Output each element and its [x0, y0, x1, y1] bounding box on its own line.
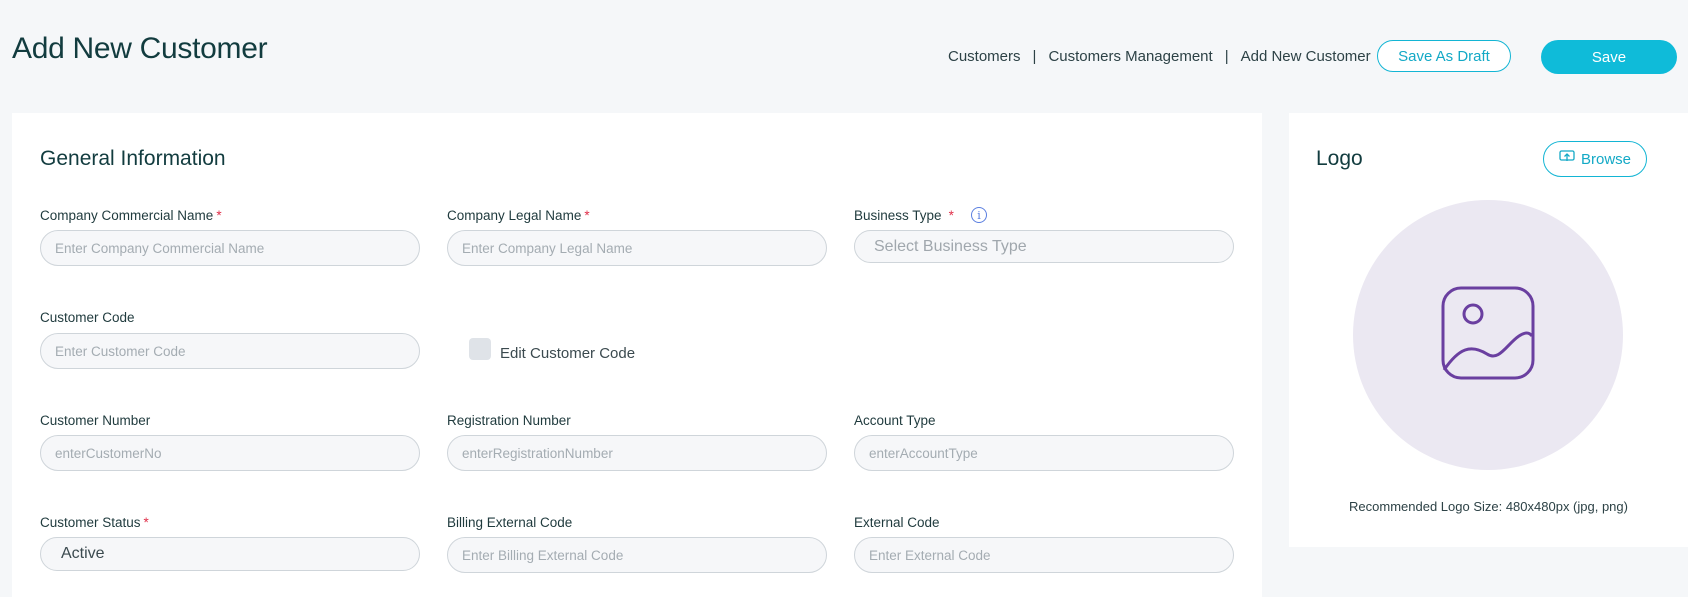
customer-code-input[interactable]: Enter Customer Code: [40, 333, 420, 369]
breadcrumb-customers-management[interactable]: Customers Management: [1048, 48, 1212, 65]
breadcrumb-separator: |: [1224, 48, 1229, 65]
upload-icon: [1559, 150, 1575, 168]
external-code-label: External Code: [854, 515, 940, 530]
page-title: Add New Customer: [12, 32, 268, 65]
required-marker: *: [143, 515, 149, 530]
external-code-input[interactable]: Enter External Code: [854, 537, 1234, 573]
registration-number-input[interactable]: enterRegistrationNumber: [447, 435, 827, 471]
commercial-name-label: Company Commercial Name *: [40, 208, 222, 223]
breadcrumb: Customers | Customers Management | Add N…: [948, 48, 1371, 65]
account-type-label: Account Type: [854, 413, 936, 428]
legal-name-label: Company Legal Name *: [447, 208, 590, 223]
customer-status-label: Customer Status *: [40, 515, 149, 530]
image-icon: [1441, 286, 1535, 385]
account-type-input[interactable]: enterAccountType: [854, 435, 1234, 471]
breadcrumb-current: Add New Customer: [1240, 48, 1371, 65]
general-information-title: General Information: [40, 147, 226, 170]
business-type-select[interactable]: Select Business Type: [854, 230, 1234, 263]
browse-label: Browse: [1580, 150, 1632, 168]
edit-customer-code-label[interactable]: Edit Customer Code: [500, 345, 635, 362]
info-icon[interactable]: i: [971, 207, 987, 223]
required-marker: *: [948, 208, 954, 223]
commercial-name-input[interactable]: Enter Company Commercial Name: [40, 230, 420, 266]
save-button[interactable]: Save: [1541, 40, 1677, 74]
customer-status-select[interactable]: Active: [40, 537, 420, 571]
edit-customer-code-checkbox[interactable]: [469, 338, 491, 360]
required-marker: *: [216, 208, 222, 223]
business-type-label: Business Type *: [854, 208, 954, 223]
logo-preview[interactable]: [1353, 200, 1623, 470]
browse-button[interactable]: Browse: [1543, 141, 1647, 177]
billing-external-code-input[interactable]: Enter Billing External Code: [447, 537, 827, 573]
customer-number-label: Customer Number: [40, 413, 151, 428]
save-as-draft-button[interactable]: Save As Draft: [1377, 40, 1511, 72]
breadcrumb-separator: |: [1032, 48, 1037, 65]
required-marker: *: [584, 208, 590, 223]
customer-code-label: Customer Code: [40, 310, 135, 325]
legal-name-input[interactable]: Enter Company Legal Name: [447, 230, 827, 266]
breadcrumb-customers[interactable]: Customers: [948, 48, 1021, 65]
logo-title: Logo: [1316, 147, 1363, 170]
customer-number-input[interactable]: enterCustomerNo: [40, 435, 420, 471]
billing-external-code-label: Billing External Code: [447, 515, 573, 530]
logo-size-hint: Recommended Logo Size: 480x480px (jpg, p…: [1349, 499, 1628, 514]
registration-number-label: Registration Number: [447, 413, 571, 428]
